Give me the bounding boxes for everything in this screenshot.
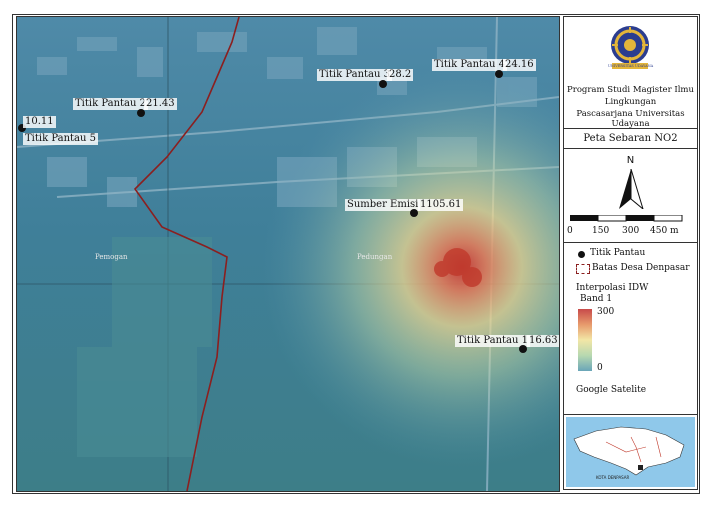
map-title: Peta Sebaran NO2 (583, 133, 678, 144)
inset-label: KOTA DENPASAR (596, 475, 630, 480)
monitoring-point-4-marker[interactable] (495, 70, 503, 78)
monitoring-point-4-value: 24.16 (503, 59, 536, 71)
north-arrow-icon (619, 169, 644, 209)
logo-text: UNIVERSITAS UDAYANA (607, 64, 654, 68)
north-scale-box: N 0 150 300 450 m (563, 148, 698, 244)
institution-line-2: Lingkungan (604, 97, 657, 107)
monitoring-point-1-marker[interactable] (519, 345, 527, 353)
scale-bar (570, 215, 683, 222)
scale-tick-150: 150 (592, 226, 610, 236)
map-sidebar-panel: UNIVERSITAS UDAYANA Program Studi Magist… (563, 16, 698, 490)
legend-band-label: Band 1 (580, 294, 613, 304)
legend-boundary-label: Batas Desa Denpasar (592, 263, 690, 273)
legend-box: Titik Pantau Batas Desa Denpasar Interpo… (563, 242, 698, 416)
monitoring-point-4-label: Titik Pantau 4 (432, 59, 507, 71)
inset-map-box[interactable]: KOTA DENPASAR (563, 414, 698, 490)
monitoring-point-2-value: 21.43 (144, 98, 177, 110)
legend-point-icon (578, 251, 585, 258)
emission-source-value: 1105.61 (418, 199, 464, 211)
legend-boundary-icon (576, 264, 590, 274)
bali-island-inset-map: KOTA DENPASAR (566, 417, 695, 487)
place-label-pemogan: Pemogan (95, 253, 128, 261)
legend-point-label: Titik Pantau (590, 248, 646, 258)
north-label: N (626, 155, 635, 166)
legend-interp-title: Interpolasi IDW (576, 283, 649, 293)
legend-min-label: 0 (597, 363, 603, 373)
scale-tick-450: 450 m (650, 226, 679, 236)
emission-source-marker[interactable] (410, 209, 418, 217)
institution-box: UNIVERSITAS UDAYANA Program Studi Magist… (563, 16, 698, 130)
legend-max-label: 300 (597, 307, 615, 317)
monitoring-point-1-label: Titik Pantau 1 (455, 335, 530, 347)
institution-line-1: Program Studi Magister Ilmu (567, 85, 694, 95)
map-title-box: Peta Sebaran NO2 (563, 128, 698, 150)
monitoring-point-2-label: Titik Pantau 2 (73, 98, 148, 110)
monitoring-point-3-value: 28.2 (387, 69, 414, 81)
scale-tick-300: 300 (622, 226, 640, 236)
scale-tick-0: 0 (567, 226, 573, 236)
legend-basemap-label: Google Satelite (576, 385, 647, 395)
emission-source-label: Sumber Emisi (345, 199, 421, 211)
place-label-pedungan: Pedungan (357, 253, 393, 261)
main-map[interactable]: Pemogan Pedungan 10.11 Titik Pantau 5 Ti… (16, 16, 560, 492)
monitoring-point-3-label: Titik Pantau 3 (317, 69, 392, 81)
monitoring-point-5-label: Titik Pantau 5 (23, 133, 98, 145)
monitoring-point-2-marker[interactable] (137, 109, 145, 117)
monitoring-point-3-marker[interactable] (379, 80, 387, 88)
color-ramp (578, 309, 592, 371)
institution-line-3: Pascasarjana Universitas Udayana (576, 109, 685, 129)
monitoring-point-1-value: 16.63 (527, 335, 559, 347)
monitoring-point-5-value: 10.11 (23, 116, 56, 128)
